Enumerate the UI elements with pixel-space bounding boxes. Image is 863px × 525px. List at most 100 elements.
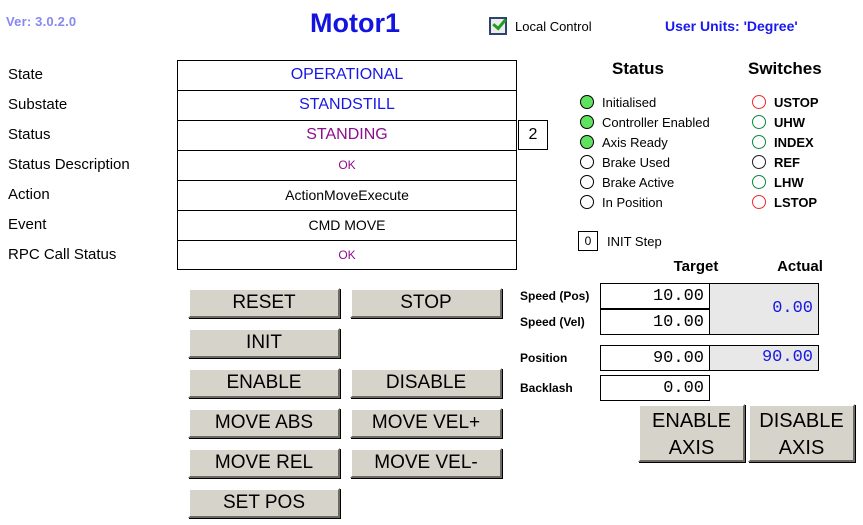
list-item: Brake Active: [580, 172, 710, 192]
local-control-checkbox[interactable]: [489, 15, 507, 35]
list-item: Brake Used: [580, 152, 710, 172]
list-item: Controller Enabled: [580, 112, 710, 132]
event-label: Event: [8, 216, 47, 233]
position-target-field[interactable]: [600, 345, 710, 371]
led-indicator-axis-ready: [580, 135, 594, 149]
table-row: Action ActionMoveExecute: [0, 180, 540, 210]
action-label: Action: [8, 186, 50, 203]
speed-actual-value: 0.00: [709, 283, 819, 335]
move-vel-plus-button[interactable]: MOVE VEL+: [350, 408, 502, 438]
table-row: State OPERATIONAL: [0, 60, 540, 90]
enable-button[interactable]: ENABLE: [188, 368, 340, 398]
list-item: Initialised: [580, 92, 710, 112]
led-indicator-uhw: [752, 115, 766, 129]
led-label: Brake Used: [602, 154, 670, 170]
disable-axis-line1: DISABLE: [759, 410, 844, 432]
set-pos-button[interactable]: SET POS: [188, 488, 340, 518]
local-control-toggle[interactable]: Local Control: [489, 15, 592, 35]
led-label: Controller Enabled: [602, 114, 710, 130]
list-item: Axis Ready: [580, 132, 710, 152]
action-value: ActionMoveExecute: [177, 180, 517, 210]
switch-label: INDEX: [774, 134, 814, 150]
led-indicator-brake-used: [580, 155, 594, 169]
table-row: Event CMD MOVE: [0, 210, 540, 240]
table-row: Status STANDING: [0, 120, 540, 150]
led-label: Brake Active: [602, 174, 675, 190]
reset-button[interactable]: RESET: [188, 288, 340, 318]
rpc-call-status-value: OK: [177, 240, 517, 270]
local-control-label: Local Control: [515, 18, 592, 34]
status-code-box: 2: [518, 120, 548, 150]
led-indicator-ref: [752, 155, 766, 169]
move-abs-button[interactable]: MOVE ABS: [188, 408, 340, 438]
actual-column-heading: Actual: [777, 258, 823, 275]
enable-axis-button[interactable]: ENABLE AXIS: [638, 404, 745, 462]
enable-axis-line1: ENABLE: [652, 410, 731, 432]
switches-panel-heading: Switches: [748, 59, 822, 78]
list-item: INDEX: [752, 132, 819, 152]
init-step-label: INIT Step: [607, 233, 662, 249]
led-label: Axis Ready: [602, 134, 668, 150]
status-panel-heading: Status: [612, 59, 664, 78]
enable-axis-line2: AXIS: [668, 437, 715, 459]
backlash-label: Backlash: [520, 381, 573, 395]
position-label: Position: [520, 351, 568, 365]
position-actual-value: 90.00: [709, 345, 819, 371]
speed-vel-target-field[interactable]: [600, 309, 710, 335]
switch-label: LSTOP: [774, 194, 818, 210]
led-indicator-ustop: [752, 95, 766, 109]
speed-pos-target-field[interactable]: [600, 283, 710, 309]
speed-pos-label: Speed (Pos): [520, 289, 590, 303]
init-step-group: 0 INIT Step: [578, 231, 662, 251]
led-label: Initialised: [602, 94, 657, 110]
disable-button[interactable]: DISABLE: [350, 368, 502, 398]
led-indicator-controller-enabled: [580, 115, 594, 129]
table-row: Substate STANDSTILL: [0, 90, 540, 120]
backlash-target-field[interactable]: [600, 375, 710, 401]
led-indicator-brake-active: [580, 175, 594, 189]
state-table: State OPERATIONAL Substate STANDSTILL St…: [0, 60, 540, 270]
table-row: RPC Call Status OK: [0, 240, 540, 270]
list-item: LHW: [752, 172, 819, 192]
move-rel-button[interactable]: MOVE REL: [188, 448, 340, 478]
switch-label: USTOP: [774, 94, 819, 110]
list-item: USTOP: [752, 92, 819, 112]
speed-vel-label: Speed (Vel): [520, 315, 585, 329]
led-label: In Position: [602, 194, 663, 210]
status-label: Status: [8, 126, 51, 143]
list-item: UHW: [752, 112, 819, 132]
init-button[interactable]: INIT: [188, 328, 340, 358]
list-item: REF: [752, 152, 819, 172]
stop-button[interactable]: STOP: [350, 288, 502, 318]
led-indicator-lhw: [752, 175, 766, 189]
substate-value: STANDSTILL: [177, 90, 517, 120]
page-title: Motor1: [310, 8, 400, 38]
substate-label: Substate: [8, 96, 68, 113]
version-label: Ver: 3.0.2.0: [6, 14, 77, 29]
list-item: LSTOP: [752, 192, 819, 212]
status-description-label: Status Description: [8, 156, 130, 173]
move-vel-minus-button[interactable]: MOVE VEL-: [350, 448, 502, 478]
table-row: Status Description OK: [0, 150, 540, 180]
led-indicator-initialised: [580, 95, 594, 109]
led-indicator-lstop: [752, 195, 766, 209]
status-value: STANDING: [177, 120, 517, 150]
led-indicator-in-position: [580, 195, 594, 209]
status-description-value: OK: [177, 150, 517, 180]
checkmark-icon: [492, 15, 507, 31]
switch-label: UHW: [774, 114, 806, 130]
state-value: OPERATIONAL: [177, 60, 517, 90]
status-led-list: Initialised Controller Enabled Axis Read…: [580, 92, 710, 212]
led-indicator-index: [752, 135, 766, 149]
user-units-label: User Units: 'Degree': [665, 18, 798, 34]
target-column-heading: Target: [673, 258, 719, 275]
state-label: State: [8, 66, 44, 83]
event-value: CMD MOVE: [177, 210, 517, 240]
switch-label: REF: [774, 154, 800, 170]
list-item: In Position: [580, 192, 710, 212]
switch-label: LHW: [774, 174, 804, 190]
disable-axis-line2: AXIS: [778, 437, 825, 459]
disable-axis-button[interactable]: DISABLE AXIS: [748, 404, 855, 462]
rpc-call-status-label: RPC Call Status: [8, 246, 117, 263]
init-step-value: 0: [578, 231, 598, 251]
